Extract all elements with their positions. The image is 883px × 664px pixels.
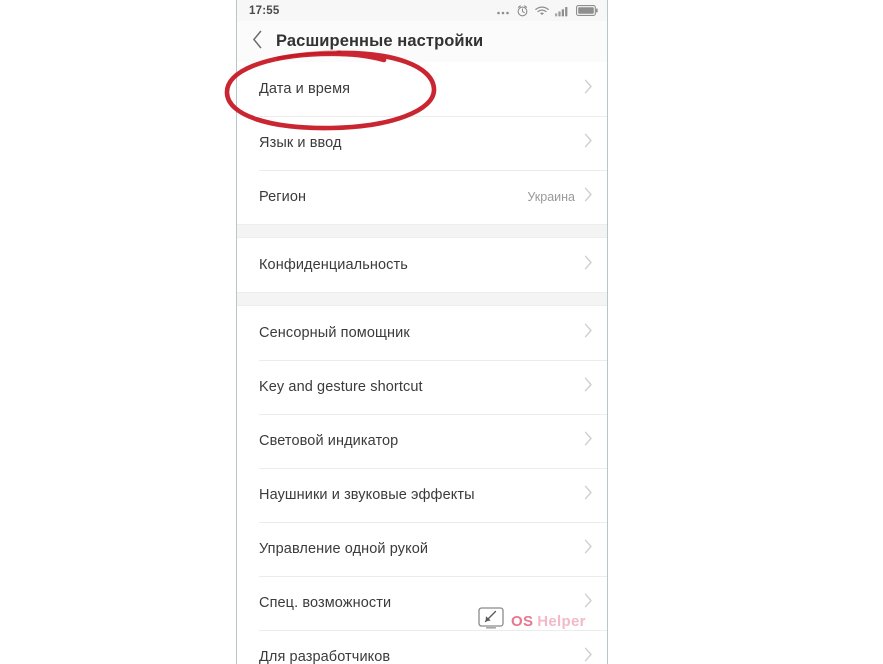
chevron-right-icon bbox=[584, 187, 593, 207]
settings-row-one-handed-mode[interactable]: Управление одной рукой bbox=[237, 522, 607, 576]
battery-icon bbox=[576, 5, 598, 16]
more-dots-icon bbox=[496, 5, 510, 17]
settings-row-region[interactable]: Регион Украина bbox=[237, 170, 607, 224]
status-bar-clock: 17:55 bbox=[249, 4, 280, 17]
phone-screenshot: 17:55 Расширенные настройки Дата и время… bbox=[236, 0, 608, 664]
settings-row-label: Регион bbox=[259, 189, 307, 205]
group-separator bbox=[237, 224, 607, 238]
settings-group: Дата и время Язык и ввод Регион Украина bbox=[237, 62, 607, 224]
chevron-right-icon bbox=[584, 593, 593, 613]
group-separator bbox=[237, 292, 607, 306]
settings-row-language-input[interactable]: Язык и ввод bbox=[237, 116, 607, 170]
chevron-right-icon bbox=[584, 255, 593, 275]
settings-row-developer-options[interactable]: Для разработчиков bbox=[237, 630, 607, 664]
settings-row-key-gesture-shortcut[interactable]: Key and gesture shortcut bbox=[237, 360, 607, 414]
app-bar: Расширенные настройки bbox=[237, 21, 607, 62]
settings-row-label: Конфиденциальность bbox=[259, 257, 408, 273]
chevron-right-icon bbox=[584, 377, 593, 397]
chevron-right-icon bbox=[584, 323, 593, 343]
settings-row-label: Сенсорный помощник bbox=[259, 325, 410, 341]
settings-row-accessibility[interactable]: Спец. возможности bbox=[237, 576, 607, 630]
page-title: Расширенные настройки bbox=[276, 32, 484, 50]
settings-row-notification-light[interactable]: Световой индикатор bbox=[237, 414, 607, 468]
settings-row-headphones-sound-effects[interactable]: Наушники и звуковые эффекты bbox=[237, 468, 607, 522]
status-bar: 17:55 bbox=[237, 0, 607, 21]
alarm-clock-icon bbox=[516, 4, 529, 17]
settings-row-label: Дата и время bbox=[259, 81, 351, 97]
settings-group: Сенсорный помощник Key and gesture short… bbox=[237, 306, 607, 664]
chevron-right-icon bbox=[584, 485, 593, 505]
signal-bars-icon bbox=[555, 5, 570, 17]
settings-row-label: Для разработчиков bbox=[259, 649, 391, 664]
chevron-right-icon bbox=[584, 647, 593, 664]
screenshot-canvas: 17:55 Расширенные настройки Дата и время… bbox=[0, 0, 883, 664]
chevron-right-icon bbox=[584, 539, 593, 559]
settings-row-value: Украина bbox=[527, 190, 575, 204]
back-button[interactable] bbox=[252, 27, 274, 57]
settings-row-label: Спец. возможности bbox=[259, 595, 392, 611]
settings-row-label: Key and gesture shortcut bbox=[259, 379, 423, 395]
settings-row-label: Наушники и звуковые эффекты bbox=[259, 487, 475, 503]
chevron-right-icon bbox=[584, 133, 593, 153]
settings-row-label: Управление одной рукой bbox=[259, 541, 429, 557]
settings-list: Дата и время Язык и ввод Регион Украина bbox=[237, 62, 607, 664]
settings-row-privacy[interactable]: Конфиденциальность bbox=[237, 238, 607, 292]
wifi-icon bbox=[535, 5, 549, 17]
settings-row-touch-assistant[interactable]: Сенсорный помощник bbox=[237, 306, 607, 360]
settings-row-label: Язык и ввод bbox=[259, 135, 342, 151]
settings-row-label: Световой индикатор bbox=[259, 433, 399, 449]
settings-group: Конфиденциальность bbox=[237, 238, 607, 292]
status-bar-icons bbox=[496, 4, 598, 17]
chevron-right-icon bbox=[584, 431, 593, 451]
chevron-right-icon bbox=[584, 79, 593, 99]
settings-row-date-time[interactable]: Дата и время bbox=[237, 62, 607, 116]
chevron-left-icon bbox=[252, 30, 263, 54]
